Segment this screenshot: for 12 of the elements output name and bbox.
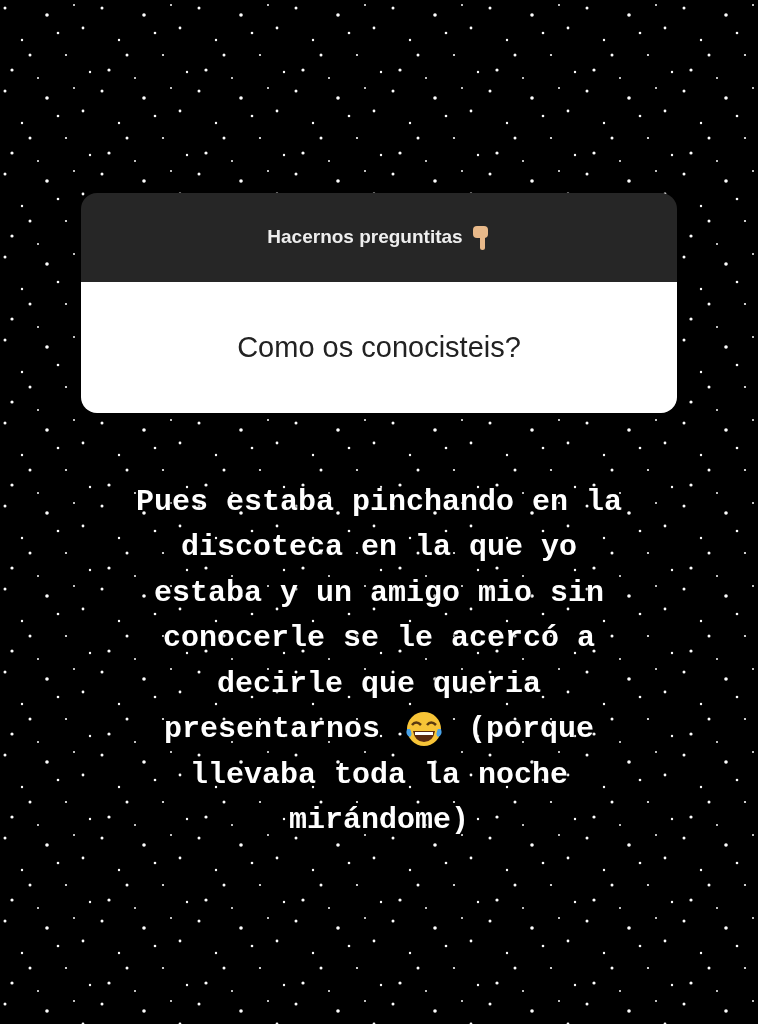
answer-text: (porque xyxy=(468,711,595,748)
answer-text: mirándome) xyxy=(289,802,469,839)
answer-text: presentarnos xyxy=(163,711,380,748)
answer-text: decirle que queria xyxy=(216,665,542,702)
answer-text: Pues estaba pinchando en la xyxy=(135,483,623,520)
answer-text: discoteca en la que yo xyxy=(180,529,578,566)
pointing-hand-icon xyxy=(470,223,491,252)
sticker-title: Hacernos preguntitas xyxy=(267,225,463,250)
answer-text: estaba y un amigo mio sin xyxy=(153,574,605,611)
question-text: Como os conocisteis? xyxy=(237,329,521,365)
answer-text: conocerle se le acercó a xyxy=(162,620,596,657)
answer-text: llevaba toda la noche xyxy=(189,756,569,793)
